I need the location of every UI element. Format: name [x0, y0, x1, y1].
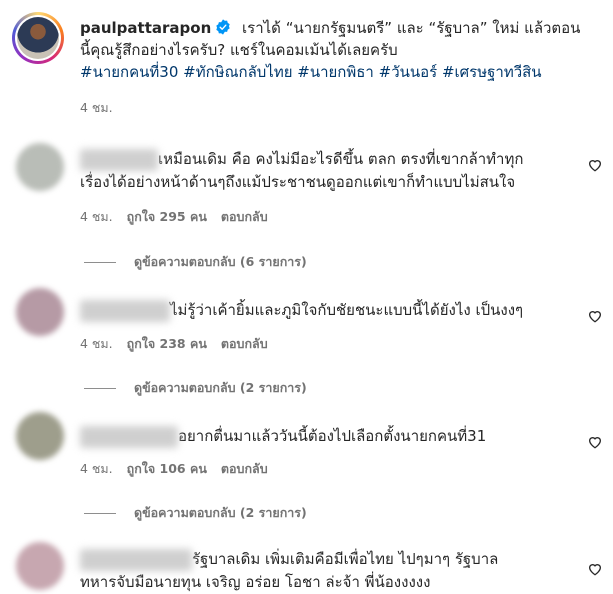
verified-badge-icon [216, 19, 230, 35]
comment-reply-button[interactable]: ตอบกลับ [221, 336, 268, 351]
comment-text: ไม่รู้ว่าเค้ายิ้มและภูมิใจกับชัยชนะแบบนี… [80, 299, 580, 322]
comment-likes[interactable]: ถูกใจ 238 คน [127, 336, 207, 351]
heart-outline-icon[interactable] [587, 157, 603, 173]
comment-likes[interactable]: ถูกใจ 295 คน [127, 209, 207, 224]
view-replies-button[interactable]: ดูข้อความตอบกลับ (2 รายการ) [84, 378, 307, 398]
comment-likes[interactable]: ถูกใจ 106 คน [127, 461, 207, 476]
post-time: 4 ชม. [80, 100, 113, 115]
comment-time: 4 ชม. [80, 461, 113, 476]
comment-avatar[interactable] [16, 143, 64, 191]
comment-avatar[interactable] [16, 542, 64, 590]
comment-text-line1: อยากตื่นมาแล้ววันนี้ต้องไปเลือกตั้งนายกค… [178, 427, 487, 445]
comment-reply-button[interactable]: ตอบกลับ [221, 461, 268, 476]
comment-username-blurred[interactable] [80, 148, 158, 171]
replies-divider [84, 387, 116, 389]
view-replies-label: ดูข้อความตอบกลับ (6 รายการ) [134, 254, 307, 269]
post-caption-line1: เราได้ “นายกรัฐมนตรี” และ “รัฐบาล” ใหม่ … [242, 19, 581, 37]
post-author-avatar[interactable] [12, 12, 64, 64]
view-replies-label: ดูข้อความตอบกลับ (2 รายการ) [134, 380, 307, 395]
comment-text: รัฐบาลเดิม เพิ่มเติมคือมีเพื่อไทย ไปๆมาๆ… [80, 548, 585, 594]
post-hashtags[interactable]: #นายกคนที่30 #ทักษิณกลับไทย #นายกพิธา #ว… [80, 63, 542, 81]
post-caption: paulpattarapon เราได้ “นายกรัฐมนตรี” และ… [80, 17, 600, 83]
comment-text-line2: เรื่องได้อย่างหน้าด้านๆถึงแม้ประชาชนดูออ… [80, 173, 516, 191]
view-replies-button[interactable]: ดูข้อความตอบกลับ (2 รายการ) [84, 503, 307, 523]
replies-divider [84, 261, 116, 263]
comment-username-blurred[interactable] [80, 299, 170, 322]
heart-outline-icon[interactable] [587, 561, 603, 577]
comment-avatar[interactable] [16, 288, 64, 336]
comment-text-line2: ทหารจับมือนายทุน เจริญ อร่อย โอชา ล่ะจ้า… [80, 573, 431, 591]
comment-time: 4 ชม. [80, 336, 113, 351]
view-replies-button[interactable]: ดูข้อความตอบกลับ (6 รายการ) [84, 252, 307, 272]
comment-text-line1: เหมือนเดิม คือ คงไม่มีอะไรดีขึ้น ตลก ตรง… [158, 150, 524, 168]
view-replies-label: ดูข้อความตอบกลับ (2 รายการ) [134, 505, 307, 520]
comment-avatar[interactable] [16, 412, 64, 460]
comment-text: อยากตื่นมาแล้ววันนี้ต้องไปเลือกตั้งนายกค… [80, 425, 580, 448]
heart-outline-icon[interactable] [587, 308, 603, 324]
comment-text-line1: รัฐบาลเดิม เพิ่มเติมคือมีเพื่อไทย ไปๆมาๆ… [192, 550, 499, 568]
comment-meta: 4 ชม. ถูกใจ 295 คน ตอบกลับ [80, 207, 268, 227]
comment-reply-button[interactable]: ตอบกลับ [221, 209, 268, 224]
comment-text: เหมือนเดิม คือ คงไม่มีอะไรดีขึ้น ตลก ตรง… [80, 148, 580, 194]
comment-username-blurred[interactable] [80, 548, 192, 571]
comment-username-blurred[interactable] [80, 425, 178, 448]
post-username[interactable]: paulpattarapon [80, 19, 211, 37]
comment-meta: 4 ชม. ถูกใจ 106 คน ตอบกลับ [80, 459, 268, 479]
post-caption-line2: นี้คุณรู้สึกอย่างไรครับ? แชร์ในคอมเม้นได… [80, 41, 398, 59]
replies-divider [84, 512, 116, 514]
comment-meta: 4 ชม. ถูกใจ 238 คน ตอบกลับ [80, 334, 268, 354]
heart-outline-icon[interactable] [587, 434, 603, 450]
comment-time: 4 ชม. [80, 209, 113, 224]
comment-text-line1: ไม่รู้ว่าเค้ายิ้มและภูมิใจกับชัยชนะแบบนี… [170, 301, 524, 319]
